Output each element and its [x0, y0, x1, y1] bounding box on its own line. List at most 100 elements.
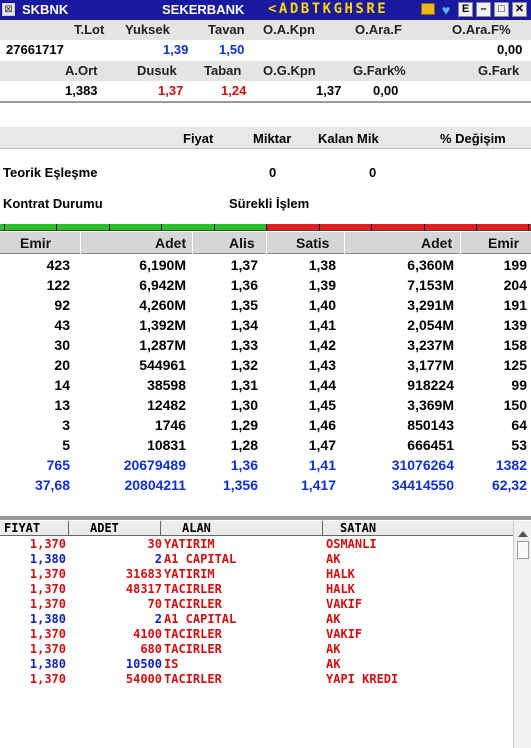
- column-divider: [192, 232, 193, 254]
- orderbook-row[interactable]: 3 1746 1,29 1,46 850143 64: [0, 416, 531, 436]
- trade-row[interactable]: 1,370 4100 TACIRLER VAKIF: [0, 627, 513, 641]
- trade-fiyat: 1,380: [29, 612, 66, 626]
- value-dusuk: 1,37: [158, 83, 184, 98]
- ob-emir-bid: 37,68: [34, 477, 70, 493]
- ob-emir-bid: 3: [62, 417, 70, 433]
- orderbook-row[interactable]: 30 1,287M 1,33 1,42 3,237M 158: [0, 336, 531, 356]
- ob-emir-ask: 199: [503, 257, 527, 273]
- ob-adet-ask: 34414550: [391, 477, 454, 493]
- ob-adet-ask: 3,237M: [407, 337, 454, 353]
- trade-row[interactable]: 1,380 2 A1 CAPITAL AK: [0, 552, 513, 566]
- ob-header-emir-ask[interactable]: Emir: [488, 235, 519, 251]
- ob-adet-ask: 7,153M: [407, 277, 454, 293]
- symbol-label: SKBNK: [22, 2, 69, 17]
- ob-header-satis[interactable]: Satis: [296, 235, 329, 251]
- orderbook-total-row[interactable]: 765 20679489 1,36 1,41 31076264 1382: [0, 456, 531, 476]
- orderbook-row[interactable]: 43 1,392M 1,34 1,41 2,054M 139: [0, 316, 531, 336]
- trade-row[interactable]: 1,370 70 TACIRLER VAKIF: [0, 597, 513, 611]
- maximize-button[interactable]: □: [494, 2, 509, 17]
- trade-adet: 4100: [133, 627, 162, 641]
- summary-values-row-1: 27661717 1,39 1,50 0,00: [0, 40, 531, 60]
- trades-scrollbar[interactable]: [513, 521, 531, 748]
- orderbook-row[interactable]: 13 12482 1,30 1,45 3,369M 150: [0, 396, 531, 416]
- scroll-thumb[interactable]: [517, 541, 529, 559]
- trade-alan: YATIRIM: [164, 537, 215, 551]
- ob-satis: 1,44: [308, 377, 336, 393]
- ob-satis: 1,41: [308, 317, 336, 333]
- trade-satan: AK: [326, 612, 341, 626]
- ob-emir-ask: 139: [503, 317, 527, 333]
- ob-header-adet-bid[interactable]: Adet: [155, 235, 186, 251]
- ob-emir-bid: 423: [46, 257, 70, 273]
- trades-header-fiyat[interactable]: FIYAT: [4, 521, 40, 535]
- orderbook-total-row[interactable]: 37,68 20804211 1,356 1,417 34414550 62,32: [0, 476, 531, 496]
- trade-fiyat: 1,370: [29, 672, 66, 686]
- trade-row[interactable]: 1,380 10500 IS AK: [0, 657, 513, 671]
- ob-header-alis[interactable]: Alis: [229, 235, 255, 251]
- value-gfarkp: 0,00: [373, 83, 399, 98]
- trade-row[interactable]: 1,370 54000 TACIRLER YAPI KREDI: [0, 672, 513, 686]
- orderbook-row[interactable]: 92 4,260M 1,35 1,40 3,291M 191: [0, 296, 531, 316]
- trade-adet: 2: [154, 612, 162, 626]
- column-divider: [68, 521, 69, 536]
- ob-alis: 1,33: [230, 337, 258, 353]
- orderbook-row[interactable]: 423 6,190M 1,37 1,38 6,360M 199: [0, 256, 531, 276]
- trade-satan: AK: [326, 642, 341, 656]
- trade-row[interactable]: 1,370 680 TACIRLER AK: [0, 642, 513, 656]
- trades-header-adet[interactable]: ADET: [90, 521, 119, 535]
- ob-adet-bid: 10831: [147, 437, 186, 453]
- ob-emir-bid: 14: [54, 377, 70, 393]
- divider: [0, 101, 531, 103]
- ob-adet-bid: 38598: [147, 377, 186, 393]
- kontrat-label: Kontrat Durumu: [3, 196, 103, 211]
- trade-satan: VAKIF: [326, 627, 363, 641]
- trade-satan: AK: [326, 552, 341, 566]
- trades-header-satan[interactable]: SATAN: [340, 521, 376, 535]
- minimize-button[interactable]: –: [476, 2, 491, 17]
- orderbook-row[interactable]: 20 544961 1,32 1,43 3,177M 125: [0, 356, 531, 376]
- ob-header-emir-bid[interactable]: Emir: [20, 235, 51, 251]
- trade-fiyat: 1,370: [29, 597, 66, 611]
- close-button[interactable]: ✕: [512, 2, 527, 17]
- trade-alan: TACIRLER: [164, 672, 222, 686]
- broker-letters[interactable]: <ADBTKGHSRE: [268, 1, 388, 19]
- trade-alan: TACIRLER: [164, 627, 222, 641]
- twitter-bird-icon[interactable]: ♥: [438, 1, 454, 19]
- orderbook-row[interactable]: 122 6,942M 1,36 1,39 7,153M 204: [0, 276, 531, 296]
- value-ogkpn: 1,37: [316, 83, 342, 98]
- orderbook-header: Emir Adet Alis Satis Adet Emir: [0, 232, 531, 254]
- ob-adet-bid: 6,942M: [139, 277, 186, 293]
- ob-emir-bid: 43: [54, 317, 70, 333]
- trade-row[interactable]: 1,370 30 YATIRIM OSMANLI: [0, 537, 513, 551]
- orderbook-row[interactable]: 5 10831 1,28 1,47 666451 53: [0, 436, 531, 456]
- folder-icon[interactable]: [421, 3, 435, 15]
- ob-emir-ask: 64: [511, 417, 527, 433]
- ob-satis: 1,43: [308, 357, 336, 373]
- trade-fiyat: 1,380: [29, 552, 66, 566]
- trade-row[interactable]: 1,370 48317 TACIRLER HALK: [0, 582, 513, 596]
- ob-adet-bid: 12482: [147, 397, 186, 413]
- trades-header: FIYAT ADET ALAN SATAN: [0, 521, 513, 536]
- trade-adet: 680: [140, 642, 162, 656]
- ob-adet-bid: 1,287M: [139, 337, 186, 353]
- ob-satis: 1,46: [308, 417, 336, 433]
- column-divider: [266, 232, 267, 254]
- label-yuksek: Yuksek: [125, 22, 170, 37]
- ob-satis: 1,39: [308, 277, 336, 293]
- trade-row[interactable]: 1,380 2 A1 CAPITAL AK: [0, 612, 513, 626]
- close-small-icon[interactable]: ⊠: [2, 3, 15, 16]
- ob-emir-bid: 13: [54, 397, 70, 413]
- depth-underline: [0, 230, 531, 231]
- e-button[interactable]: E: [458, 2, 473, 17]
- ob-adet-ask: 31076264: [391, 457, 454, 473]
- ob-emir-bid: 765: [46, 457, 70, 473]
- ob-header-adet-ask[interactable]: Adet: [421, 235, 452, 251]
- panel-divider: [0, 516, 531, 520]
- teorik-row: Teorik Eşleşme 0 0: [0, 161, 531, 185]
- trade-row[interactable]: 1,370 31683 YATIRIM HALK: [0, 567, 513, 581]
- orderbook-row[interactable]: 14 38598 1,31 1,44 918224 99: [0, 376, 531, 396]
- scroll-up-icon[interactable]: [518, 531, 528, 537]
- trades-header-alan[interactable]: ALAN: [182, 521, 211, 535]
- ob-alis: 1,36: [230, 457, 258, 473]
- ob-alis: 1,34: [230, 317, 258, 333]
